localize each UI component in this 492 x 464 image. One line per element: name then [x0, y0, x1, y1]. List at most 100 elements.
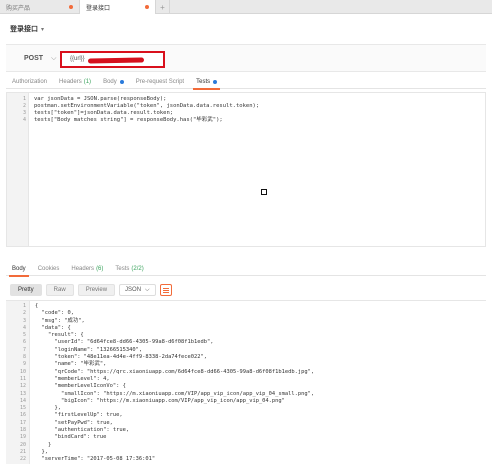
code-line: postman.setEnvironmentVariable("token", …: [34, 103, 260, 109]
tab-label: Authorization: [12, 79, 48, 85]
response-line-text: "msg": "成功",: [35, 317, 85, 324]
line-number: 22: [19, 456, 26, 463]
response-line: 18 "authentication": true,: [6, 427, 314, 434]
modified-dot-icon: [119, 80, 124, 84]
line-number: 2: [22, 103, 26, 109]
response-line: 9 "name": "毕彩武",: [6, 361, 314, 368]
method-select[interactable]: POST ⌵: [24, 55, 56, 63]
response-line-text: },: [35, 405, 61, 412]
line-number: 8: [22, 354, 26, 361]
code-line: tests["Body matches string"] = responseB…: [34, 117, 223, 123]
response-line-text: "setPayPwd": true,: [35, 419, 113, 426]
url-value: {{url}}: [70, 56, 85, 62]
response-line: 11 "memberLevel": 4,: [6, 376, 314, 383]
tab-login-api[interactable]: 登录接口: [80, 0, 156, 14]
code-line: var jsonData = JSON.parse(responseBody);: [34, 96, 167, 102]
response-line-text: "result": {: [35, 332, 84, 339]
response-line-text: "bigIcon": "https://m.xiaoniuapp.com/VIP…: [35, 397, 285, 404]
line-number: 19: [19, 434, 26, 441]
chevron-down-icon: ⌵: [51, 55, 57, 62]
tab-authorization[interactable]: Authorization: [6, 75, 53, 89]
response-line-text: "name": "毕彩武",: [35, 361, 107, 368]
response-line-text: "bindCard": true: [35, 434, 107, 441]
response-line: 5 "result": {: [6, 332, 314, 339]
tab-label: 购买产品: [6, 5, 31, 12]
response-tab-cookies[interactable]: Cookies: [32, 262, 66, 276]
format-type-select[interactable]: JSON ⌵: [119, 284, 156, 296]
line-number: 21: [19, 448, 26, 455]
tests-code-editor[interactable]: 1 2 3 4 var jsonData = JSON.parse(respon…: [6, 92, 486, 247]
method-label: POST: [24, 55, 44, 62]
resize-handle[interactable]: [261, 189, 267, 195]
preview-button[interactable]: Preview: [77, 284, 116, 296]
line-number: 2: [22, 310, 26, 317]
line-number: 11: [19, 375, 26, 382]
response-line-text: "data": {: [35, 324, 71, 331]
response-tab-headers[interactable]: Headers (6): [65, 262, 109, 276]
tab-headers[interactable]: Headers (1): [53, 75, 97, 89]
response-line: 13 "smallIcon": "https://m.xiaoniuapp.co…: [6, 391, 314, 398]
raw-button[interactable]: Raw: [45, 284, 74, 296]
response-line-text: "code": 0,: [35, 310, 74, 317]
response-line: 14 "bigIcon": "https://m.xiaoniuapp.com/…: [6, 398, 314, 405]
tab-purchase-product[interactable]: 购买产品: [0, 0, 80, 14]
response-line: 10 "qrCode": "https://qrc.xiaoniuapp.com…: [6, 369, 314, 376]
line-number: 16: [19, 412, 26, 419]
request-name: 登录接口: [10, 26, 38, 33]
response-line-text: {: [35, 303, 39, 309]
response-line: 21 },: [6, 449, 314, 456]
line-number: 5: [22, 332, 26, 339]
tab-pre-request-script[interactable]: Pre-request Script: [130, 75, 190, 89]
chevron-down-icon: ⌵: [145, 286, 150, 293]
response-line: 1{: [6, 303, 314, 310]
chevron-down-icon: ▾: [41, 26, 45, 33]
tab-label: Tests: [115, 266, 130, 272]
line-number: 15: [19, 405, 26, 412]
response-line: 6 "userId": "6d64fce8-dd66-4305-99a8-d6f…: [6, 339, 314, 346]
response-tabs: Body Cookies Headers (6) Tests (2/2): [6, 262, 486, 277]
request-title[interactable]: 登录接口 ▾: [10, 24, 44, 34]
redaction-mark: [87, 57, 145, 64]
tests-count: (2/2): [131, 266, 144, 272]
modified-dot-icon: [213, 80, 218, 84]
tab-label: Body: [12, 266, 26, 272]
tab-label: Tests: [196, 79, 211, 85]
headers-count: (6): [96, 266, 104, 272]
line-number: 18: [19, 427, 26, 434]
tab-label: Body: [103, 79, 117, 85]
unsaved-dot-icon: [145, 5, 149, 9]
response-tab-body[interactable]: Body: [6, 262, 32, 277]
line-number: 4: [22, 117, 26, 123]
line-number: 6: [22, 339, 26, 346]
tab-body[interactable]: Body: [97, 75, 130, 89]
unsaved-dot-icon: [69, 5, 73, 9]
response-line-text: "authentication": true,: [35, 427, 130, 434]
response-line-text: "loginName": "13266515340",: [35, 346, 143, 353]
response-format-bar: Pretty Raw Preview JSON ⌵: [10, 284, 172, 296]
line-number: 1: [22, 303, 26, 309]
pretty-button[interactable]: Pretty: [10, 284, 42, 296]
response-line: 22 "serverTime": "2017-05-08 17:36:01": [6, 456, 314, 463]
line-number: 12: [19, 383, 26, 390]
line-number: 9: [22, 361, 26, 368]
tab-label: Cookies: [37, 266, 60, 272]
wrap-lines-icon[interactable]: [159, 284, 172, 296]
response-line-text: }: [35, 441, 52, 448]
response-line-text: "smallIcon": "https://m.xiaoniuapp.com/V…: [35, 390, 315, 397]
response-tab-tests[interactable]: Tests (2/2): [109, 262, 149, 276]
line-number: 3: [22, 317, 26, 324]
url-input[interactable]: {{url}}: [60, 51, 165, 68]
tab-label: Headers: [59, 79, 82, 85]
line-number: 20: [19, 441, 26, 448]
line-number: 3: [22, 110, 26, 116]
response-line-text: "memberLevelIconVo": {: [35, 383, 126, 390]
response-line: 19 "bindCard": true: [6, 434, 314, 441]
response-line: 15 },: [6, 405, 314, 412]
line-number: 14: [19, 397, 26, 404]
response-body-viewer[interactable]: 1{2 "code": 0, 3 "msg": "成功", 4 "data": {5…: [6, 300, 486, 464]
format-type-label: JSON: [125, 287, 142, 293]
line-number: 4: [22, 324, 26, 331]
request-tab-bar: 购买产品 登录接口 +: [0, 0, 492, 14]
tab-tests[interactable]: Tests: [190, 75, 223, 90]
add-tab-plus-icon[interactable]: +: [156, 0, 170, 14]
